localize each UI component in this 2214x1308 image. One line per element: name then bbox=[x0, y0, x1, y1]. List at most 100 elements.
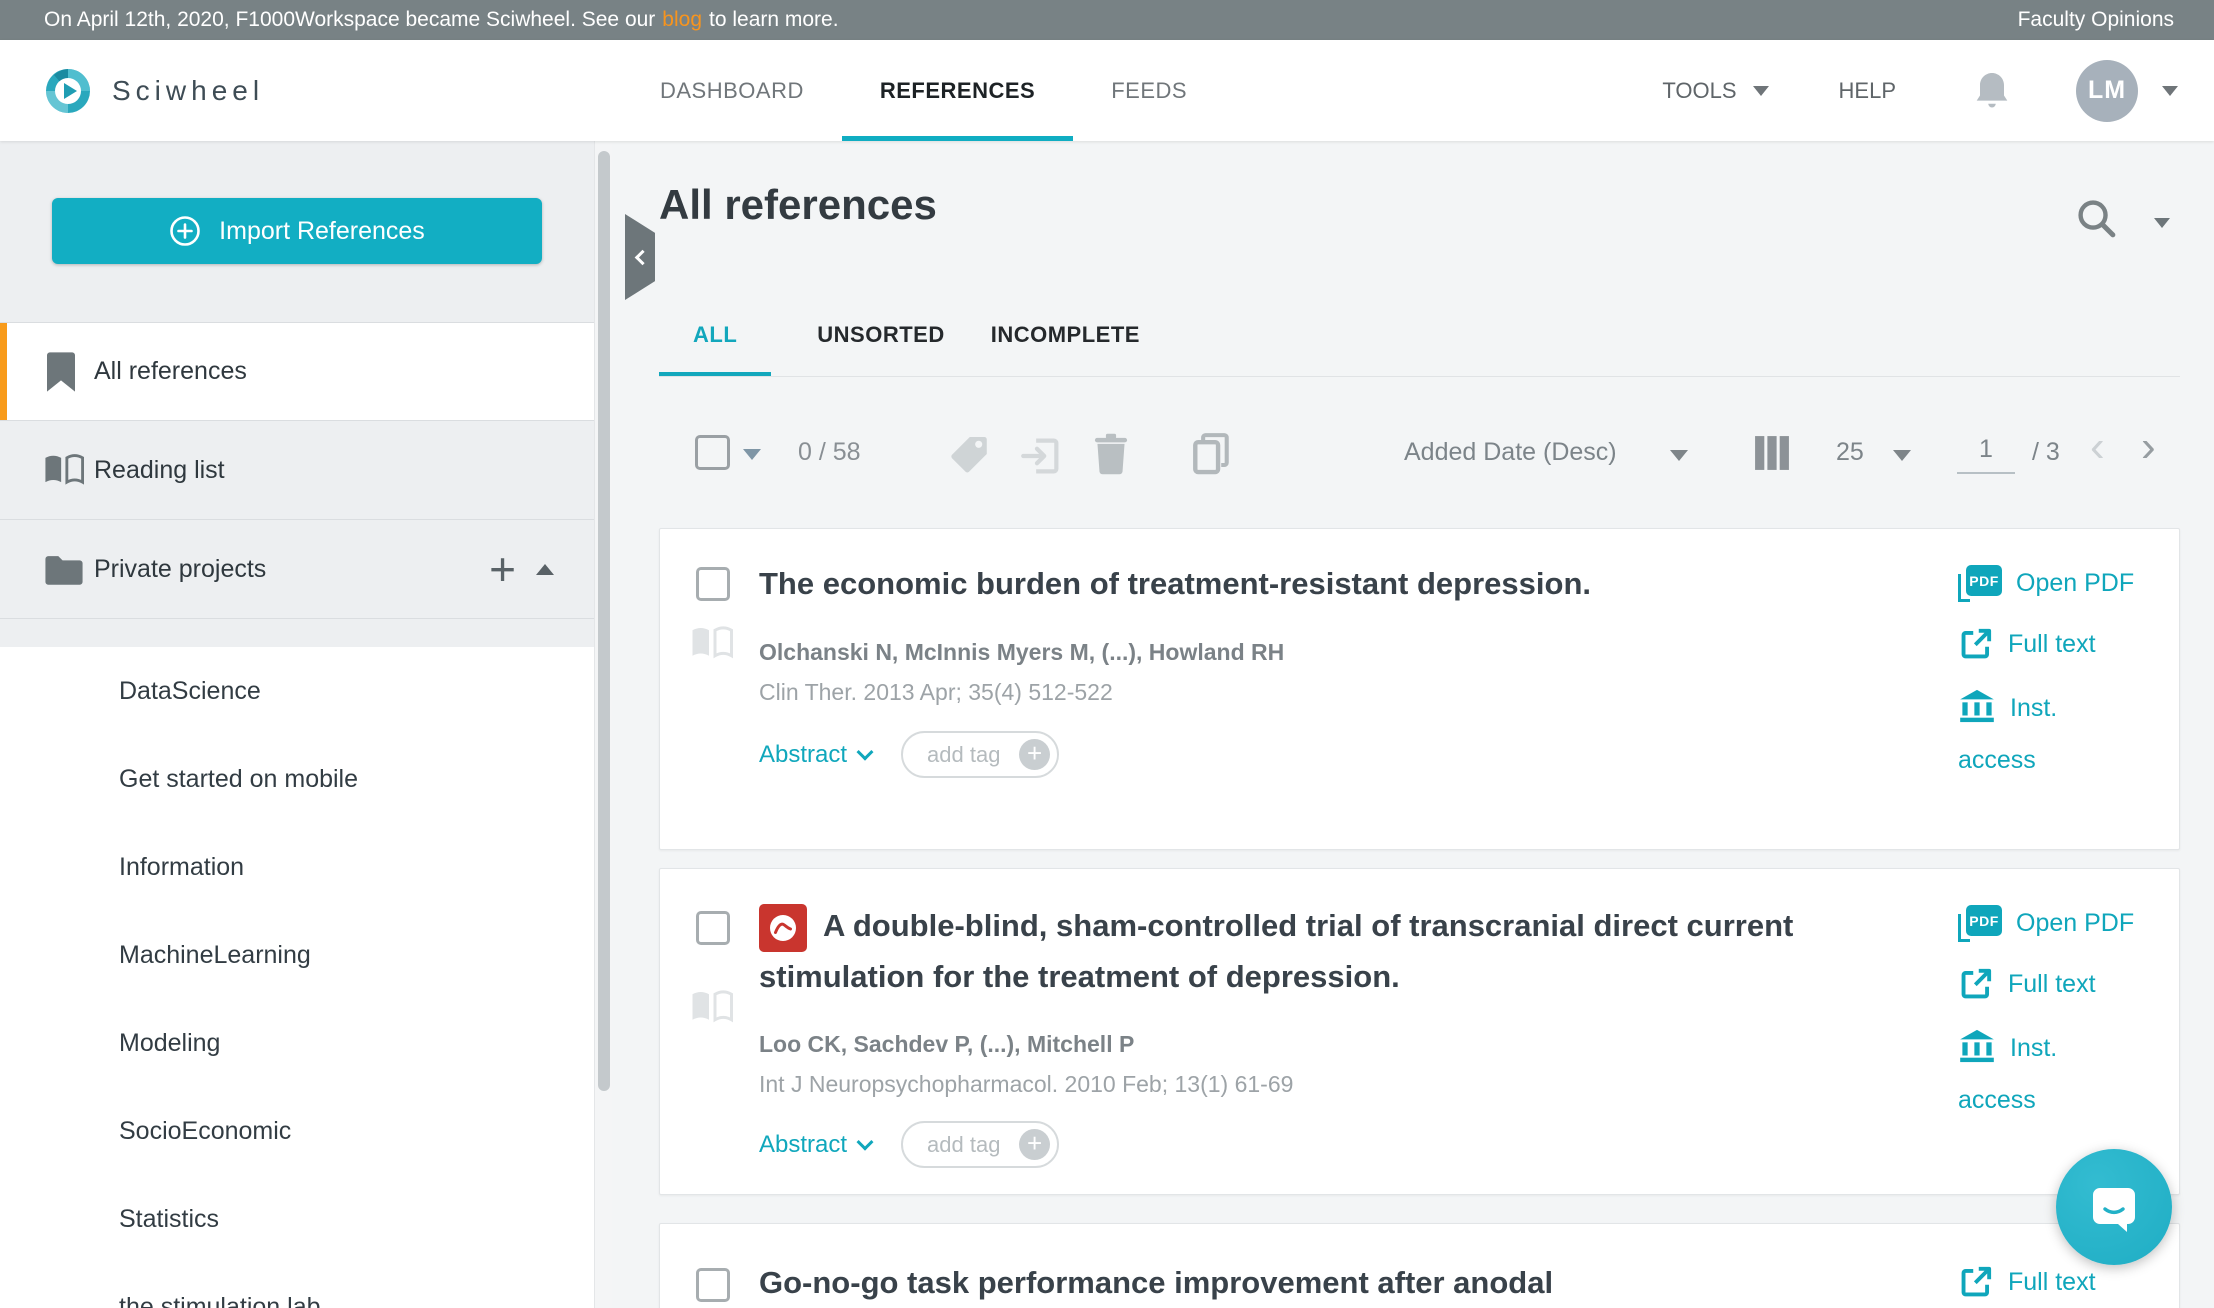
search-chevron-down-icon[interactable] bbox=[2154, 218, 2170, 228]
page-number-input[interactable]: 1 bbox=[1957, 435, 2015, 474]
abstract-toggle[interactable]: Abstract bbox=[759, 1131, 871, 1159]
sort-dropdown[interactable]: Added Date (Desc) bbox=[1404, 438, 1617, 467]
import-references-label: Import References bbox=[219, 217, 425, 246]
tab-all[interactable]: ALL bbox=[659, 301, 771, 377]
sidebar-item-label: All references bbox=[94, 357, 247, 386]
project-item[interactable]: Get started on mobile bbox=[0, 735, 594, 823]
sidebar-scrollbar bbox=[594, 141, 612, 1308]
chevron-down-icon bbox=[1753, 86, 1769, 96]
previous-page-button[interactable]: ‹ bbox=[2090, 425, 2105, 469]
sidebar: Import References All references bbox=[0, 141, 594, 1308]
abstract-label: Abstract bbox=[759, 1131, 847, 1159]
sidebar-item-private-projects[interactable]: Private projects + bbox=[0, 520, 594, 619]
add-tag-label: add tag bbox=[927, 742, 1000, 768]
header-right-cluster: TOOLS HELP LM bbox=[1662, 40, 2178, 141]
project-item[interactable]: the stimulation lab bbox=[0, 1263, 594, 1308]
tools-label: TOOLS bbox=[1662, 78, 1736, 104]
account-chevron-down-icon[interactable] bbox=[2162, 86, 2178, 96]
columns-icon[interactable] bbox=[1752, 433, 1792, 473]
institutional-access-link[interactable]: Inst. access bbox=[1958, 1026, 2133, 1122]
reference-title[interactable]: The economic burden of treatment-resista… bbox=[759, 559, 1939, 609]
sidebar-item-reading-list[interactable]: Reading list bbox=[0, 421, 594, 520]
plus-icon: + bbox=[1019, 739, 1050, 770]
export-icon[interactable] bbox=[1020, 435, 1062, 477]
reference-checkbox[interactable] bbox=[696, 567, 730, 601]
avatar[interactable]: LM bbox=[2076, 60, 2138, 122]
import-references-button[interactable]: Import References bbox=[52, 198, 542, 264]
abstract-toggle[interactable]: Abstract bbox=[759, 741, 871, 769]
reference-checkbox[interactable] bbox=[696, 1268, 730, 1302]
inst-access-label-1: Inst. bbox=[2010, 1034, 2057, 1062]
nav-references[interactable]: REFERENCES bbox=[842, 40, 1073, 141]
help-menu[interactable]: HELP bbox=[1839, 78, 1896, 104]
reference-title[interactable]: Go-no-go task performance improvement af… bbox=[759, 1258, 1919, 1308]
tools-menu[interactable]: TOOLS bbox=[1662, 78, 1768, 104]
page-size-dropdown[interactable]: 25 bbox=[1836, 438, 1864, 467]
blog-link[interactable]: blog bbox=[662, 8, 702, 32]
tag-icon[interactable] bbox=[948, 433, 990, 475]
inst-access-label-2: access bbox=[1958, 1086, 2036, 1114]
tab-incomplete[interactable]: INCOMPLETE bbox=[991, 301, 1140, 377]
external-link-icon bbox=[1958, 1264, 1994, 1300]
trash-icon[interactable] bbox=[1090, 432, 1132, 476]
full-text-label: Full text bbox=[2008, 970, 2096, 999]
collapse-projects-chevron-up-icon[interactable] bbox=[536, 564, 554, 575]
external-link-icon bbox=[1958, 626, 1994, 662]
tab-unsorted[interactable]: UNSORTED bbox=[817, 301, 944, 377]
nav-dashboard[interactable]: DASHBOARD bbox=[622, 40, 842, 141]
add-project-button[interactable]: + bbox=[489, 546, 516, 592]
institution-icon bbox=[1958, 1028, 1996, 1078]
add-tag-button[interactable]: add tag + bbox=[901, 1121, 1059, 1168]
reading-list-book-icon bbox=[691, 625, 733, 661]
bookmark-icon bbox=[44, 351, 78, 393]
project-item[interactable]: MachineLearning bbox=[0, 911, 594, 999]
search-icon[interactable] bbox=[2074, 196, 2118, 240]
collapse-sidebar-handle[interactable] bbox=[625, 214, 655, 300]
brand[interactable]: Sciwheel bbox=[44, 40, 264, 141]
reference-title[interactable]: A double-blind, sham-controlled trial of… bbox=[759, 901, 1919, 1002]
page-title: All references bbox=[659, 181, 937, 229]
open-pdf-label: Open PDF bbox=[2016, 569, 2134, 598]
reference-actions: PDF Open PDF Full text bbox=[1958, 905, 2134, 1122]
banner-message-prefix: On April 12th, 2020, F1000Workspace beca… bbox=[44, 8, 655, 32]
sidebar-item-all-references[interactable]: All references bbox=[0, 322, 594, 421]
brand-name: Sciwheel bbox=[112, 75, 264, 107]
full-text-link[interactable]: Full text bbox=[1958, 626, 2134, 662]
page-size-chevron-down-icon[interactable] bbox=[1893, 450, 1911, 461]
sciwheel-logo-icon bbox=[44, 67, 92, 115]
select-all-chevron-down-icon[interactable] bbox=[743, 449, 761, 460]
project-item[interactable]: Information bbox=[0, 823, 594, 911]
announcement-banner: On April 12th, 2020, F1000Workspace beca… bbox=[0, 0, 2214, 40]
reading-list-book-icon bbox=[691, 989, 733, 1025]
project-item[interactable]: Modeling bbox=[0, 999, 594, 1087]
pdf-icon: PDF bbox=[1958, 565, 2002, 602]
notifications-bell-icon[interactable] bbox=[1974, 71, 2010, 111]
add-tag-button[interactable]: add tag + bbox=[901, 731, 1059, 778]
reference-checkbox[interactable] bbox=[696, 911, 730, 945]
sidebar-nav: All references Reading list Private bbox=[0, 322, 594, 619]
reference-title-text: A double-blind, sham-controlled trial of… bbox=[759, 908, 1793, 994]
chat-support-button[interactable] bbox=[2056, 1149, 2172, 1265]
reference-card: The economic burden of treatment-resista… bbox=[659, 528, 2180, 850]
full-text-link[interactable]: Full text bbox=[1958, 966, 2134, 1002]
project-item[interactable]: DataScience bbox=[0, 647, 594, 735]
faculty-opinions-label: Faculty Opinions bbox=[2018, 8, 2174, 32]
next-page-button[interactable]: › bbox=[2141, 425, 2156, 469]
chevron-down-icon bbox=[857, 743, 874, 760]
inst-access-label-1: Inst. bbox=[2010, 694, 2057, 722]
full-text-link[interactable]: Full text bbox=[1958, 1264, 2096, 1300]
reference-source: Int J Neuropsychopharmacol. 2010 Feb; 13… bbox=[759, 1071, 1293, 1098]
project-item[interactable]: SocioEconomic bbox=[0, 1087, 594, 1175]
sidebar-scrollbar-thumb[interactable] bbox=[598, 151, 610, 1091]
projects-list: DataScience Get started on mobile Inform… bbox=[0, 647, 594, 1308]
copy-icon[interactable] bbox=[1190, 432, 1232, 476]
sort-chevron-down-icon[interactable] bbox=[1670, 450, 1688, 461]
project-item[interactable]: Statistics bbox=[0, 1175, 594, 1263]
nav-feeds[interactable]: FEEDS bbox=[1073, 40, 1225, 141]
external-link-icon bbox=[1958, 966, 1994, 1002]
institutional-access-link[interactable]: Inst. access bbox=[1958, 686, 2133, 782]
open-pdf-label: Open PDF bbox=[2016, 909, 2134, 938]
open-pdf-link[interactable]: PDF Open PDF bbox=[1958, 565, 2134, 602]
select-all-checkbox[interactable] bbox=[695, 435, 730, 470]
open-pdf-link[interactable]: PDF Open PDF bbox=[1958, 905, 2134, 942]
